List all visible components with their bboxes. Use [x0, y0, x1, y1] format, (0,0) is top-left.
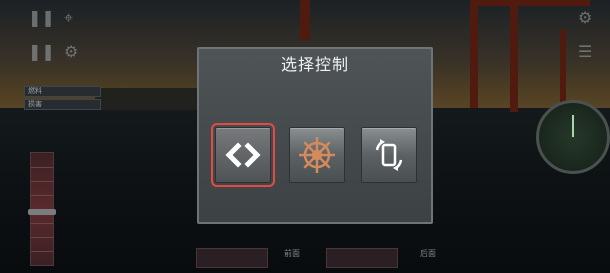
tilt-control-option[interactable] — [361, 127, 417, 183]
compass-needle — [572, 115, 574, 137]
control-select-dialog: 选择控制 — [197, 47, 433, 224]
arrows-left-right-icon — [225, 142, 261, 168]
throttle-slider[interactable] — [28, 152, 56, 266]
camera-icon[interactable]: ⌖ — [64, 10, 73, 26]
arrows-control-option[interactable] — [211, 123, 275, 187]
compass-gauge — [536, 100, 610, 174]
throttle-tick — [31, 223, 53, 224]
fuel-label: 燃料 — [24, 86, 101, 97]
settings-icon[interactable]: ⚙ — [578, 10, 592, 26]
bow-thruster-gauge[interactable] — [196, 248, 268, 268]
settings-icon[interactable]: ⚙ — [64, 44, 78, 60]
tilt-rotate-icon — [375, 139, 403, 171]
throttle-tick — [31, 251, 53, 252]
rear-thruster-label: 后面 — [420, 249, 436, 258]
stern-thruster-gauge[interactable] — [326, 248, 398, 268]
throttle-knob[interactable] — [28, 209, 56, 215]
throttle-tick — [31, 237, 53, 238]
map-icon[interactable]: ☰ — [578, 44, 592, 60]
dialog-title: 选择控制 — [280, 55, 349, 74]
front-thruster-label: 前面 — [284, 249, 300, 258]
ship-wheel-icon — [299, 137, 335, 173]
throttle-tick — [31, 195, 53, 196]
wheel-control-option[interactable] — [289, 127, 345, 183]
pause-icon[interactable]: ❚❚ — [28, 10, 55, 26]
throttle-tick — [31, 167, 53, 168]
damage-label: 损害 — [24, 99, 101, 110]
throttle-tick — [31, 181, 53, 182]
pause-icon[interactable]: ❚❚ — [28, 44, 55, 60]
